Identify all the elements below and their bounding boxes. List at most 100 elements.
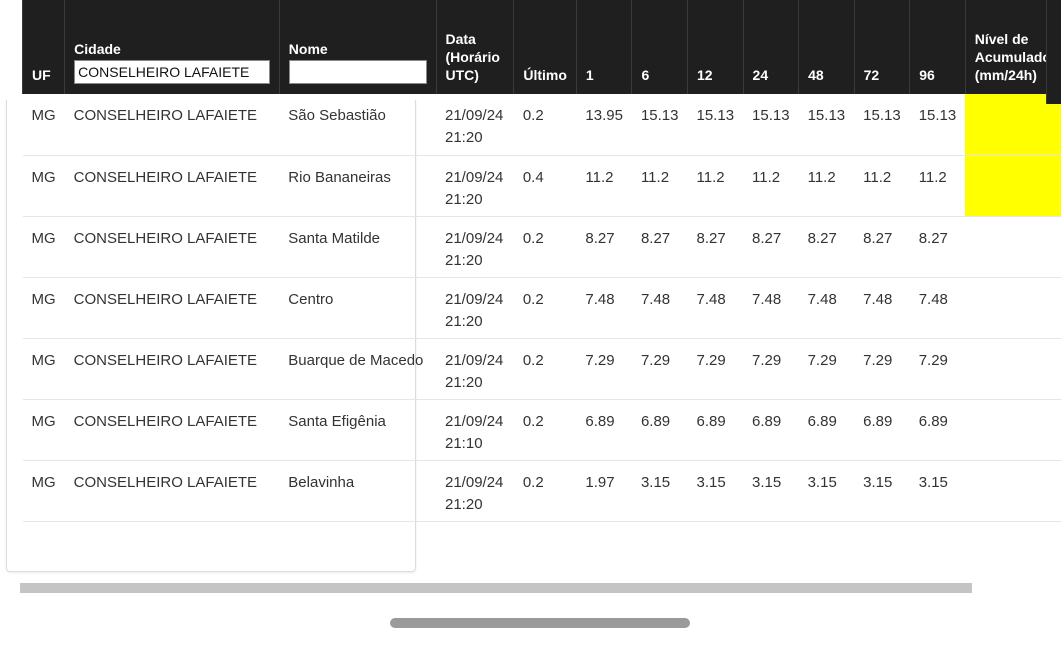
row-48h: 7.48 (798, 277, 855, 339)
row-12h: 3.15 (687, 460, 744, 522)
row-48h: 3.15 (798, 460, 855, 522)
row-24h: 7.48 (743, 277, 799, 339)
table-row[interactable]: MG CONSELHEIRO LAFAIETE Belavinha 21/09/24 … (22, 460, 1061, 522)
row-12h: 7.48 (687, 277, 744, 339)
row-nome: Rio Bananeiras (279, 155, 436, 217)
row-1h: 6.89 (576, 399, 632, 461)
row-uf: MG (22, 338, 65, 400)
row-72h: 7.48 (854, 277, 910, 339)
table-header-row: UF Cidade Nome Data (Horário UTC) Último… (21, 0, 1061, 94)
row-1h: 7.48 (576, 277, 632, 339)
horizontal-scrollbar[interactable] (20, 583, 972, 593)
header-uf[interactable]: UF (21, 0, 66, 94)
table-row[interactable]: MG CONSELHEIRO LAFAIETE Rio Bananeiras 21/0… (22, 155, 1061, 217)
row-nivel-indicator (965, 277, 1061, 339)
row-uf: MG (22, 460, 65, 522)
row-nivel-indicator (965, 216, 1061, 278)
row-uf: MG (22, 216, 65, 278)
row-cidade: CONSELHEIRO LAFAIETE (64, 460, 280, 522)
row-96h: 15.13 (909, 94, 966, 156)
row-data: 21/09/24 21:20 (436, 94, 514, 156)
row-nome: Santa Efigênia (279, 399, 436, 461)
nome-filter-input[interactable] (288, 60, 427, 84)
row-6h: 8.27 (631, 216, 688, 278)
header-12h[interactable]: 12 (687, 0, 744, 94)
row-6h: 7.48 (631, 277, 688, 339)
row-24h: 3.15 (743, 460, 799, 522)
row-nome: Buarque de Macedo (279, 338, 436, 400)
header-72h[interactable]: 72 (854, 0, 911, 94)
row-nivel-indicator (965, 399, 1061, 461)
row-data: 21/09/24 21:20 (436, 338, 514, 400)
row-48h: 11.2 (798, 155, 855, 217)
row-cidade: CONSELHEIRO LAFAIETE (64, 94, 280, 156)
header-cidade-label: Cidade (74, 41, 121, 57)
row-cidade: CONSELHEIRO LAFAIETE (64, 155, 280, 217)
row-72h: 15.13 (854, 94, 910, 156)
row-24h: 8.27 (743, 216, 799, 278)
row-6h: 3.15 (631, 460, 688, 522)
row-ultimo: 0.4 (513, 155, 577, 217)
header-nome-label: Nome (288, 41, 328, 57)
row-uf: MG (22, 155, 65, 217)
row-nivel-indicator (965, 338, 1061, 400)
row-ultimo: 0.2 (513, 338, 577, 400)
row-12h: 7.29 (687, 338, 744, 400)
table-row[interactable]: MG CONSELHEIRO LAFAIETE Centro 21/09/24 21:… (22, 277, 1061, 339)
header-ultimo[interactable]: Último (513, 0, 577, 94)
row-cidade: CONSELHEIRO LAFAIETE (64, 216, 280, 278)
header-overflow-edge (1046, 0, 1061, 104)
row-ultimo: 0.2 (513, 460, 577, 522)
row-nivel-indicator (965, 460, 1061, 522)
row-48h: 8.27 (798, 216, 855, 278)
row-48h: 6.89 (798, 399, 855, 461)
row-data: 21/09/24 21:20 (436, 155, 514, 217)
header-cidade: Cidade (64, 0, 280, 94)
row-uf: MG (22, 277, 65, 339)
row-data: 21/09/24 21:20 (436, 216, 514, 278)
page-scroll-indicator[interactable] (390, 618, 690, 628)
row-12h: 11.2 (687, 155, 744, 217)
header-1h[interactable]: 1 (576, 0, 633, 94)
cidade-filter-input[interactable] (74, 60, 270, 84)
row-nome: Belavinha (279, 460, 436, 522)
header-48h[interactable]: 48 (798, 0, 855, 94)
row-24h: 15.13 (743, 94, 799, 156)
header-24h[interactable]: 24 (743, 0, 800, 94)
row-cidade: CONSELHEIRO LAFAIETE (64, 399, 280, 461)
row-1h: 7.29 (576, 338, 632, 400)
row-1h: 8.27 (576, 216, 632, 278)
header-data[interactable]: Data (Horário UTC) (436, 0, 515, 94)
row-cidade: CONSELHEIRO LAFAIETE (64, 338, 280, 400)
row-1h: 1.97 (576, 460, 632, 522)
row-96h: 8.27 (909, 216, 966, 278)
row-72h: 3.15 (854, 460, 910, 522)
row-nome: Santa Matilde (279, 216, 436, 278)
header-6h[interactable]: 6 (631, 0, 688, 94)
table-row[interactable]: MG CONSELHEIRO LAFAIETE Santa Efigênia 21/0… (22, 399, 1061, 461)
row-nome: São Sebastião (279, 94, 436, 156)
row-1h: 11.2 (576, 155, 632, 217)
row-ultimo: 0.2 (513, 399, 577, 461)
header-nome: Nome (279, 0, 437, 94)
row-24h: 7.29 (743, 338, 799, 400)
row-24h: 11.2 (743, 155, 799, 217)
row-96h: 11.2 (909, 155, 966, 217)
row-12h: 6.89 (687, 399, 744, 461)
row-uf: MG (22, 94, 65, 156)
row-data: 21/09/24 21:10 (436, 399, 514, 461)
row-ultimo: 0.2 (513, 277, 577, 339)
row-72h: 6.89 (854, 399, 910, 461)
table-row[interactable]: MG CONSELHEIRO LAFAIETE Buarque de Macedo 2… (22, 338, 1061, 400)
row-72h: 7.29 (854, 338, 910, 400)
header-96h[interactable]: 96 (909, 0, 966, 94)
row-6h: 7.29 (631, 338, 688, 400)
row-12h: 8.27 (687, 216, 744, 278)
row-72h: 11.2 (854, 155, 910, 217)
row-data: 21/09/24 21:20 (436, 277, 514, 339)
table-row[interactable]: MG CONSELHEIRO LAFAIETE São Sebastião 21/09… (22, 94, 1061, 156)
row-72h: 8.27 (854, 216, 910, 278)
row-48h: 15.13 (798, 94, 855, 156)
table-row[interactable]: MG CONSELHEIRO LAFAIETE Santa Matilde 21/09… (22, 216, 1061, 278)
row-ultimo: 0.2 (513, 94, 577, 156)
